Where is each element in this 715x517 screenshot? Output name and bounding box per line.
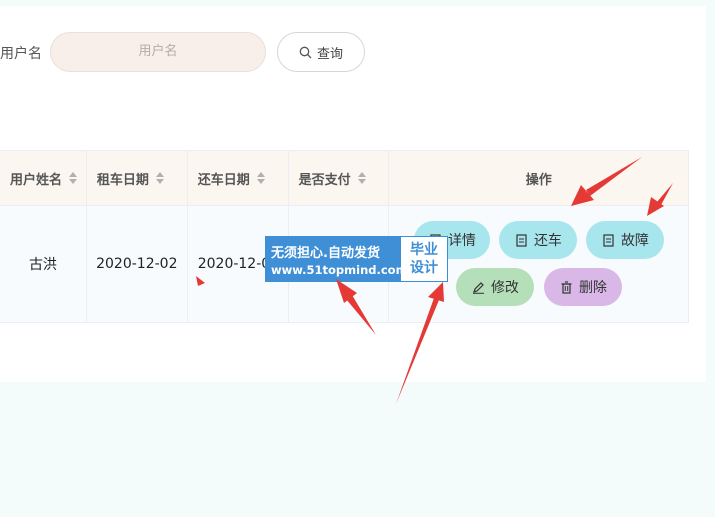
cell-user-name: 古洪 <box>0 206 87 322</box>
return-car-button[interactable]: 还车 <box>499 221 578 259</box>
column-rent-date[interactable]: 租车日期 <box>87 151 188 205</box>
column-paid[interactable]: 是否支付 <box>289 151 390 205</box>
sort-icon[interactable] <box>69 172 78 184</box>
watermark-banner: 无须担心.自动发货 www.51topmind.com 毕业 设计 <box>265 236 448 282</box>
cell-rent-date: 2020-12-02 <box>87 206 188 322</box>
trash-icon <box>561 280 572 294</box>
table-header: 用户姓名 租车日期 还车日期 是否支付 操作 <box>0 151 688 206</box>
sort-icon[interactable] <box>256 172 265 184</box>
sort-icon[interactable] <box>155 172 164 184</box>
watermark-line2: www.51topmind.com <box>271 262 408 277</box>
fault-button[interactable]: 故障 <box>586 221 665 259</box>
search-icon <box>299 46 312 58</box>
watermark-right-line1: 毕业 <box>410 242 438 258</box>
column-return-date[interactable]: 还车日期 <box>188 151 289 205</box>
pencil-icon <box>472 281 484 294</box>
document-icon <box>603 233 614 247</box>
edit-button[interactable]: 修改 <box>456 268 535 306</box>
document-icon <box>516 233 527 247</box>
username-search-input[interactable]: 用户名 <box>50 32 266 72</box>
sort-icon[interactable] <box>357 172 366 184</box>
search-button-label: 查询 <box>316 46 343 62</box>
search-label: 用户名 <box>0 46 42 62</box>
column-user-name[interactable]: 用户姓名 <box>0 151 87 205</box>
watermark-right-line2: 设计 <box>410 260 438 276</box>
watermark-line1: 无须担心.自动发货 <box>271 245 380 261</box>
search-button[interactable]: 查询 <box>277 32 365 72</box>
column-actions: 操作 <box>525 172 552 188</box>
delete-button[interactable]: 删除 <box>544 268 623 306</box>
